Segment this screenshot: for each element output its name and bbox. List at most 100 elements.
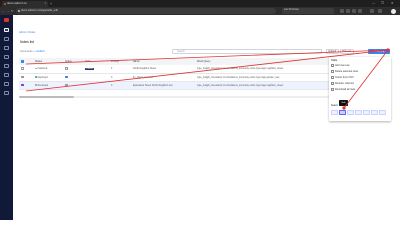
pages-icon[interactable] bbox=[4, 55, 9, 59]
extension-icon[interactable] bbox=[346, 9, 350, 13]
priority-cell: 3 bbox=[109, 73, 131, 82]
breadcrumb: Admin / Notes bbox=[19, 31, 35, 34]
home-icon[interactable] bbox=[4, 28, 9, 32]
active-checkbox[interactable] bbox=[65, 75, 68, 79]
subfield-link[interactable]: + subfield bbox=[33, 50, 44, 53]
actions-button[interactable]: Actions ▾ bbox=[368, 49, 390, 54]
tool-copy-icon[interactable] bbox=[347, 110, 354, 115]
status-dot-icon bbox=[35, 84, 37, 86]
actions-dropdown-menu: Table Add new row Delete selected rows I… bbox=[329, 57, 391, 121]
url-bar[interactable]: demo.saltcorn.co/page/table_edit bbox=[16, 8, 276, 14]
page-title: Notes list bbox=[20, 40, 34, 44]
bookmark-icon[interactable] bbox=[370, 9, 374, 13]
tool-filter-icon[interactable] bbox=[355, 110, 362, 115]
extension-icon[interactable] bbox=[352, 9, 356, 13]
menu-item-import-csv[interactable]: Import from CSV bbox=[335, 76, 354, 79]
search-input[interactable]: Search bbox=[172, 49, 322, 54]
extension-icon[interactable] bbox=[340, 9, 344, 13]
tab-title: demo.saltcorn.co bbox=[7, 2, 27, 5]
lock-icon bbox=[17, 9, 20, 13]
delete-icon bbox=[331, 70, 334, 73]
settings-icon[interactable] bbox=[4, 82, 9, 86]
forward-icon[interactable]: → bbox=[7, 9, 10, 13]
browser-toolbar: ← → ↻ demo.saltcorn.co/page/table_edit L… bbox=[0, 7, 400, 15]
back-icon[interactable]: ← bbox=[2, 9, 5, 13]
column-header[interactable]: Priority bbox=[109, 58, 131, 65]
select-all-checkbox[interactable] bbox=[21, 60, 24, 63]
status-dot-icon bbox=[35, 67, 37, 70]
table-row[interactable]: Inactived Linked 4 North Neighbor Street… bbox=[19, 65, 329, 74]
menu-item-add-row[interactable]: Add new row bbox=[335, 64, 349, 67]
priority-cell: 4 bbox=[109, 65, 131, 74]
row-checkbox[interactable] bbox=[21, 67, 24, 70]
table-row[interactable]: Reviewed 3 Equivalent Street North Neigh… bbox=[19, 81, 329, 90]
extension-search-text: Last 30 Sortes bbox=[284, 9, 299, 12]
value-badge: Linked bbox=[85, 68, 94, 71]
row-checkbox[interactable] bbox=[21, 83, 24, 87]
subtitle-prefix: Comments bbox=[20, 50, 33, 53]
value-cell: Linked bbox=[83, 65, 109, 74]
plugins-icon[interactable] bbox=[4, 73, 9, 77]
name-cell[interactable]: North Neighbor Street bbox=[131, 65, 195, 74]
tool-sort-icon[interactable] bbox=[363, 110, 370, 115]
table-row[interactable]: Deployed 3 fix_object_recorder type_insi… bbox=[19, 73, 329, 82]
table-header-row: Status Active Value Priority Name Word Q… bbox=[19, 58, 329, 65]
maximize-button[interactable]: ❐ bbox=[381, 1, 384, 6]
active-cell bbox=[63, 81, 83, 90]
page-subtitle: Comments + subfield bbox=[20, 50, 44, 53]
active-checkbox[interactable] bbox=[65, 83, 68, 87]
row-checkbox[interactable] bbox=[21, 75, 24, 79]
url-text: demo.saltcorn.co/page/table_edit bbox=[21, 9, 58, 13]
data-table: Status Active Value Priority Name Word Q… bbox=[19, 58, 329, 90]
menu-item-reorder-columns[interactable]: Reorder columns bbox=[335, 82, 354, 85]
menu-item-delete-selected[interactable]: Delete selected rows bbox=[335, 70, 358, 73]
tool-edit-icon[interactable] bbox=[339, 110, 346, 115]
column-header[interactable]: Status bbox=[33, 58, 63, 65]
window-close-button[interactable]: ✕ bbox=[391, 1, 394, 6]
row-select-cell[interactable] bbox=[19, 73, 33, 82]
tables-icon[interactable] bbox=[4, 37, 9, 41]
default-button[interactable]: Default bbox=[326, 49, 339, 54]
minimize-button[interactable]: — bbox=[372, 1, 375, 6]
status-cell: Deployed bbox=[33, 73, 63, 82]
active-checkbox[interactable] bbox=[65, 67, 68, 70]
extension-icon[interactable] bbox=[358, 9, 362, 13]
priority-cell: 3 bbox=[109, 81, 131, 90]
tool-link-icon[interactable] bbox=[371, 110, 378, 115]
profile-avatar[interactable] bbox=[391, 8, 396, 14]
scrollbar-thumb[interactable] bbox=[19, 96, 74, 98]
app-logo-icon[interactable] bbox=[4, 18, 9, 22]
reorder-icon bbox=[331, 82, 334, 85]
select-all-header[interactable] bbox=[19, 58, 33, 65]
users-icon[interactable] bbox=[4, 91, 9, 95]
query-cell: type_insight_timestamp id correlations_s… bbox=[195, 73, 329, 82]
import-icon bbox=[331, 76, 334, 79]
menu-item-download-rows[interactable]: Download all rows bbox=[335, 88, 355, 91]
hide-selected-button[interactable]: Hide sel bbox=[340, 49, 354, 54]
status-cell: Inactived bbox=[33, 65, 63, 74]
value-cell bbox=[83, 73, 109, 82]
name-cell[interactable]: Equivalent Street North Neighbor Ave bbox=[131, 81, 195, 90]
views-icon[interactable] bbox=[4, 46, 9, 50]
row-select-cell[interactable] bbox=[19, 65, 33, 74]
tooltip: Edit bbox=[339, 100, 348, 106]
column-header[interactable]: Name bbox=[131, 58, 195, 65]
menu-icon[interactable] bbox=[378, 9, 382, 13]
files-icon[interactable] bbox=[4, 64, 9, 68]
horizontal-scrollbar[interactable] bbox=[19, 96, 329, 98]
active-cell bbox=[63, 65, 83, 74]
name-cell[interactable]: fix_object_recorder bbox=[131, 73, 195, 82]
status-dot-icon bbox=[35, 76, 37, 78]
tool-pointer-icon[interactable] bbox=[331, 110, 338, 115]
app-sidebar bbox=[0, 15, 13, 220]
tool-more-icon[interactable] bbox=[379, 110, 386, 115]
status-text: Deployed bbox=[37, 75, 48, 79]
column-header[interactable]: Word Query bbox=[195, 58, 329, 65]
column-header[interactable]: Active bbox=[63, 58, 83, 65]
column-header[interactable]: Value bbox=[83, 58, 109, 65]
reload-icon[interactable]: ↻ bbox=[11, 9, 14, 13]
breadcrumb-current[interactable]: Notes bbox=[29, 31, 36, 34]
value-cell bbox=[83, 81, 109, 90]
row-select-cell[interactable] bbox=[19, 81, 33, 90]
extension-search-box[interactable]: Last 30 Sortes bbox=[282, 8, 334, 14]
